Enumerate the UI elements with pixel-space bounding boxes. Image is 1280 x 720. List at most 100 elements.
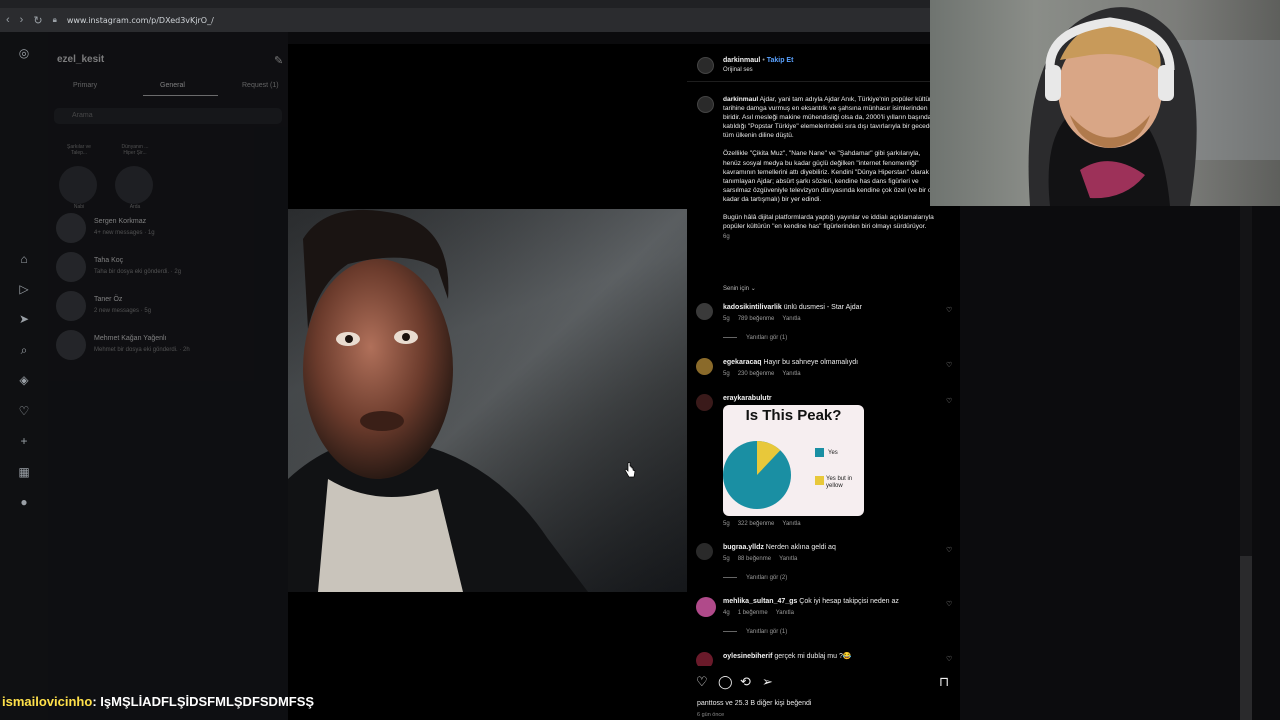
create-plus-icon[interactable]: + bbox=[17, 434, 31, 448]
inbox-tabs: Primary General Request (1) bbox=[48, 80, 288, 96]
legend-swatch-yes bbox=[815, 448, 824, 457]
inbox-search-input[interactable]: Arama bbox=[54, 108, 282, 124]
home-icon[interactable]: ⌂ bbox=[17, 252, 31, 266]
avatar[interactable] bbox=[696, 543, 713, 560]
hand-cursor-icon bbox=[624, 462, 636, 478]
chat-preview: 2 new messages · 5g bbox=[94, 308, 152, 314]
comment-user[interactable]: oylesinebiherif bbox=[723, 653, 772, 660]
comment-likes[interactable]: 230 beğenme bbox=[738, 371, 775, 377]
chat-preview: 4+ new messages · 1g bbox=[94, 230, 155, 236]
chat-preview: Taha bir dosya eki gönderdi. · 2g bbox=[94, 269, 182, 275]
reply-button[interactable]: Yanıtla bbox=[776, 610, 794, 616]
view-replies-button[interactable]: Yanıtları gör (2) bbox=[723, 575, 787, 581]
webcam-illustration bbox=[1028, 7, 1280, 206]
reply-button[interactable]: Yanıtla bbox=[782, 316, 800, 322]
chat-list-item[interactable]: Taner Öz 2 new messages · 5g bbox=[56, 291, 276, 325]
chat-name: Mehmet Kağan Yağenlı bbox=[94, 335, 167, 342]
comment-text: Çok iyi hesap takipçisi neden az bbox=[799, 598, 899, 605]
like-heart-icon[interactable]: ♡ bbox=[946, 306, 952, 314]
comment-user[interactable]: bugraa.ylldz bbox=[723, 544, 764, 551]
search-icon[interactable]: ⌕ bbox=[17, 343, 31, 357]
comment-image-peak-chart[interactable]: Is This Peak? Yes Yes but in yellow bbox=[723, 405, 864, 516]
follow-button[interactable]: Takip Et bbox=[767, 57, 794, 64]
caption-author[interactable]: darkinmaul bbox=[723, 96, 758, 103]
like-heart-icon[interactable]: ♡ bbox=[946, 655, 952, 663]
repost-icon[interactable]: ⟲ bbox=[740, 674, 751, 690]
comment-time: 5g bbox=[723, 371, 730, 377]
reply-button[interactable]: Yanıtla bbox=[782, 371, 800, 377]
like-heart-icon[interactable]: ♡ bbox=[696, 674, 708, 690]
avatar bbox=[59, 166, 97, 204]
comment-likes[interactable]: 322 beğenme bbox=[738, 521, 775, 527]
comment-sort-dropdown[interactable]: Senin için ⌄ bbox=[723, 285, 756, 292]
avatar[interactable] bbox=[697, 96, 714, 113]
address-bar[interactable]: ‹ › ↻ 🔒︎ www.instagram.com/p/DXed3vKjrO_… bbox=[0, 8, 930, 32]
tab-primary[interactable]: Primary bbox=[73, 82, 97, 89]
post-video[interactable] bbox=[288, 209, 687, 592]
compose-icon[interactable]: ✎ bbox=[274, 54, 283, 67]
avatar[interactable] bbox=[696, 394, 713, 411]
like-heart-icon[interactable]: ♡ bbox=[946, 397, 952, 405]
page-scrollbar[interactable] bbox=[1240, 206, 1252, 720]
note-item[interactable]: Şarkılar ve Talep... Nabi bbox=[59, 144, 99, 210]
avatar bbox=[56, 291, 86, 321]
note-name: Arda bbox=[129, 204, 141, 210]
tab-request[interactable]: Request (1) bbox=[242, 82, 279, 89]
reply-button[interactable]: Yanıtla bbox=[782, 521, 800, 527]
instagram-logo-icon[interactable]: ◎ bbox=[17, 46, 31, 60]
reply-button[interactable]: Yanıtla bbox=[779, 556, 797, 562]
chat-preview: Mehmet bir dosya eki gönderdi. · 2h bbox=[94, 347, 190, 353]
reload-icon[interactable]: ↻ bbox=[33, 14, 42, 27]
like-heart-icon[interactable]: ♡ bbox=[946, 600, 952, 608]
likes-summary[interactable]: panttoss ve 25.3 B diğer kişi beğendi bbox=[697, 700, 811, 707]
messages-icon[interactable]: ➤ bbox=[17, 312, 31, 326]
profile-avatar-icon[interactable]: ● bbox=[17, 495, 31, 509]
bookmark-icon[interactable]: ⊓ bbox=[939, 674, 949, 690]
avatar[interactable] bbox=[696, 652, 713, 666]
avatar[interactable] bbox=[697, 57, 714, 74]
peak-title: Is This Peak? bbox=[745, 407, 842, 424]
comment-user[interactable]: eraykarabulutr bbox=[723, 395, 772, 402]
explore-icon[interactable]: ◈ bbox=[17, 373, 31, 387]
comment-bubble-icon[interactable]: ◯ bbox=[718, 674, 733, 690]
reels-icon[interactable]: ▷ bbox=[17, 282, 31, 296]
comment-likes[interactable]: 789 beğenme bbox=[738, 316, 775, 322]
like-heart-icon[interactable]: ♡ bbox=[946, 361, 952, 369]
inbox-username[interactable]: ezel_kesit bbox=[57, 54, 104, 65]
like-heart-icon[interactable]: ♡ bbox=[946, 546, 952, 554]
comment-text: ünlü dusmesi - Star Ajdar bbox=[783, 304, 862, 311]
comment-user[interactable]: mehlika_sultan_47_gs bbox=[723, 598, 797, 605]
lock-icon: 🔒︎ bbox=[52, 15, 57, 24]
chat-list-item[interactable]: Sergen Korkmaz 4+ new messages · 1g bbox=[56, 213, 276, 247]
chevron-down-icon: ⌄ bbox=[750, 286, 756, 292]
audio-label[interactable]: Orijinal ses bbox=[723, 67, 753, 73]
forward-icon[interactable]: › bbox=[20, 14, 24, 26]
active-tab-underline bbox=[143, 95, 218, 96]
avatar[interactable] bbox=[696, 358, 713, 375]
post-caption: darkinmaul Ajdar, yani tam adıyla Ajdar … bbox=[723, 95, 936, 242]
chat-list-item[interactable]: Mehmet Kağan Yağenlı Mehmet bir dosya ek… bbox=[56, 330, 276, 364]
chat-name: Taha Koç bbox=[94, 257, 124, 264]
comment-time: 4g bbox=[723, 610, 730, 616]
avatar[interactable] bbox=[696, 303, 713, 320]
caption-time: 6g bbox=[723, 234, 730, 241]
view-replies-button[interactable]: Yanıtları gör (1) bbox=[723, 335, 787, 341]
dashboard-icon[interactable]: ▦ bbox=[17, 465, 31, 479]
chat-list-item[interactable]: Taha Koç Taha bir dosya eki gönderdi. · … bbox=[56, 252, 276, 286]
comment-likes[interactable]: 88 beğenme bbox=[738, 556, 771, 562]
post-author[interactable]: darkinmaul bbox=[723, 57, 760, 64]
avatar[interactable] bbox=[696, 597, 716, 617]
comment-user[interactable]: kadosikintilivarlik bbox=[723, 304, 782, 311]
url-text[interactable]: www.instagram.com/p/DXed3vKjrO_/ bbox=[67, 16, 214, 25]
comment-user[interactable]: egekaracaq bbox=[723, 359, 762, 366]
notifications-heart-icon[interactable]: ♡ bbox=[17, 404, 31, 418]
streamer-webcam bbox=[930, 0, 1280, 206]
scrollbar-thumb[interactable] bbox=[1240, 556, 1252, 720]
back-icon[interactable]: ‹ bbox=[6, 14, 10, 26]
page-right-backdrop bbox=[960, 206, 1280, 720]
note-item[interactable]: Dünyanın ... Hiper Şir... Arda bbox=[115, 144, 155, 210]
comment-likes[interactable]: 1 beğenme bbox=[738, 610, 768, 616]
tab-general[interactable]: General bbox=[160, 82, 185, 89]
view-replies-button[interactable]: Yanıtları gör (1) bbox=[723, 629, 787, 635]
share-send-icon[interactable]: ➢ bbox=[762, 674, 773, 690]
